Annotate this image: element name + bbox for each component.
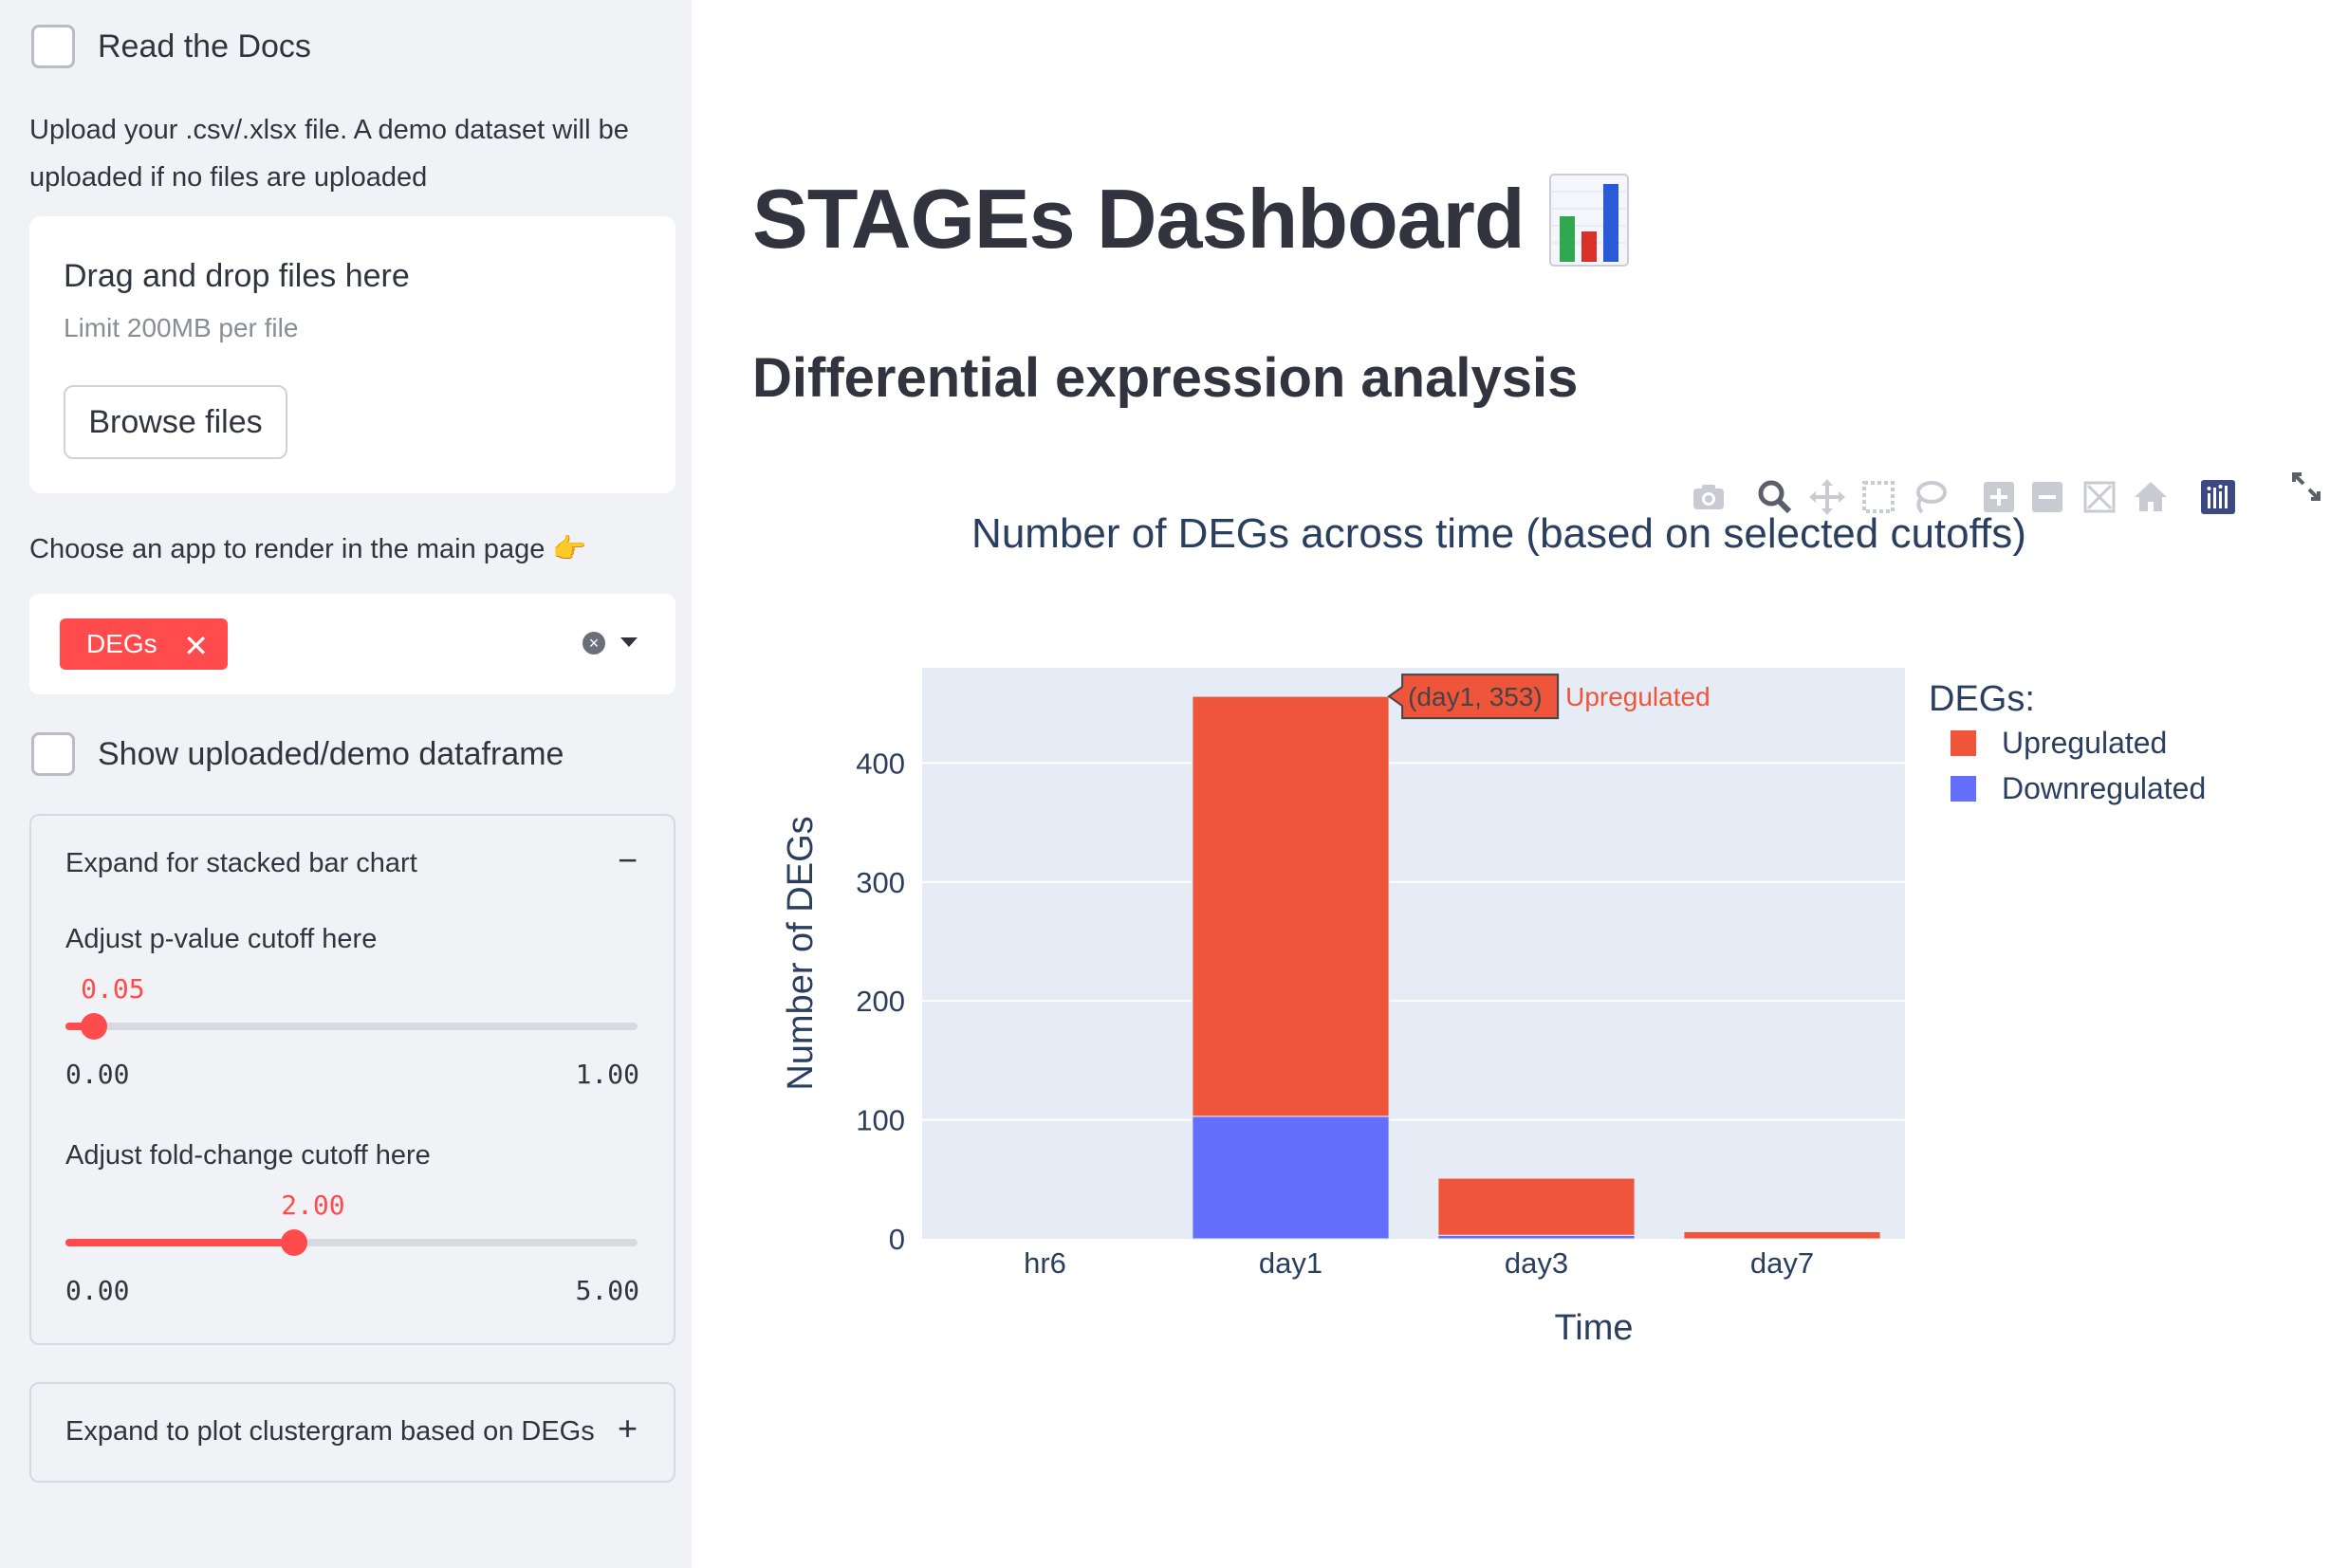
tooltip-series-name: Upregulated — [1565, 682, 1711, 711]
clear-selection-icon[interactable]: × — [582, 632, 605, 655]
y-axis-label: Number of DEGs — [781, 816, 821, 1090]
dropzone-title: Drag and drop files here — [64, 258, 410, 294]
chevron-down-icon[interactable] — [620, 637, 638, 647]
pvalue-slider-max: 1.00 — [575, 1059, 639, 1090]
legend-label-upregulated[interactable]: Upregulated — [2002, 726, 2167, 760]
bar-upregulated-day7[interactable] — [1683, 1230, 1881, 1240]
x-tick-label: day3 — [1505, 1246, 1568, 1280]
selected-app-tag: DEGs ✕ — [60, 618, 228, 670]
x-tick-label: day1 — [1259, 1246, 1322, 1280]
x-tick-label: day7 — [1750, 1246, 1814, 1280]
read-docs-checkbox[interactable] — [31, 25, 75, 68]
foldchange-slider[interactable] — [65, 1229, 638, 1256]
fullscreen-icon[interactable] — [2290, 470, 2322, 503]
legend-title: DEGs: — [1929, 679, 2035, 719]
stacked-expander-title[interactable]: Expand for stacked bar chart — [65, 848, 417, 879]
bar-chart-emoji-icon — [1549, 174, 1629, 267]
pvalue-slider[interactable] — [65, 1013, 638, 1040]
app-multiselect[interactable]: DEGs ✕ × — [29, 594, 675, 694]
remove-tag-icon[interactable]: ✕ — [183, 628, 209, 664]
show-dataframe-label: Show uploaded/demo dataframe — [98, 735, 564, 772]
bar-downregulated-day1[interactable] — [1192, 1116, 1390, 1240]
clustergram-expander[interactable]: Expand to plot clustergram based on DEGs… — [29, 1382, 675, 1483]
stacked-bar-expander: Expand for stacked bar chart − Adjust p-… — [29, 814, 675, 1345]
y-tick-label: 100 — [856, 1104, 905, 1137]
y-tick-labels: 0 100 200 300 400 — [856, 747, 905, 1256]
show-dataframe-checkbox[interactable] — [31, 732, 75, 776]
foldchange-slider-label: Adjust fold-change cutoff here — [65, 1140, 431, 1171]
bar-downregulated-day3[interactable] — [1437, 1234, 1636, 1240]
collapse-icon[interactable]: − — [618, 840, 638, 880]
read-docs-label: Read the Docs — [98, 28, 311, 65]
legend-swatch-upregulated[interactable] — [1951, 730, 1976, 756]
deg-bar-chart: Number of DEGs across time (based on sel… — [781, 510, 2206, 1348]
bar-upregulated-day1[interactable] — [1192, 695, 1390, 1117]
sidebar: Read the Docs Upload your .csv/.xlsx fil… — [0, 0, 692, 1568]
x-tick-labels: hr6 day1 day3 day7 — [1024, 1246, 1814, 1280]
foldchange-slider-min: 0.00 — [65, 1275, 130, 1306]
plot-area — [922, 668, 1905, 1239]
chart-legend: DEGs: Upregulated Downregulated — [1929, 679, 2206, 805]
read-docs-checkbox-row[interactable]: Read the Docs — [31, 25, 311, 68]
pvalue-slider-label: Adjust p-value cutoff here — [65, 924, 378, 954]
choose-app-label: Choose an app to render in the main page… — [29, 534, 587, 564]
foldchange-slider-fill — [65, 1239, 295, 1246]
file-dropzone[interactable]: Drag and drop files here Limit 200MB per… — [29, 216, 675, 493]
dropzone-limit: Limit 200MB per file — [64, 313, 299, 342]
foldchange-slider-thumb[interactable] — [281, 1229, 308, 1256]
y-tick-label: 300 — [856, 866, 905, 899]
pvalue-slider-thumb[interactable] — [81, 1013, 108, 1040]
upload-caption: Upload your .csv/.xlsx file. A demo data… — [29, 115, 629, 193]
foldchange-slider-max: 5.00 — [575, 1275, 639, 1306]
chart-title: Number of DEGs across time (based on sel… — [971, 510, 2026, 557]
legend-label-downregulated[interactable]: Downregulated — [2002, 771, 2206, 805]
y-tick-label: 400 — [856, 747, 905, 780]
page-title: STAGEs Dashboard — [752, 172, 1526, 266]
legend-swatch-downregulated[interactable] — [1951, 776, 1976, 802]
show-dataframe-checkbox-row[interactable]: Show uploaded/demo dataframe — [31, 732, 564, 776]
clustergram-expander-title[interactable]: Expand to plot clustergram based on DEGs — [65, 1416, 595, 1448]
y-tick-label: 0 — [889, 1223, 905, 1256]
bar-upregulated-day3[interactable] — [1437, 1177, 1636, 1236]
section-title: Differential expression analysis — [752, 347, 1579, 409]
browse-files-button[interactable]: Browse files — [64, 385, 287, 459]
selected-app-label: DEGs — [86, 629, 157, 658]
pvalue-slider-value: 0.05 — [81, 973, 145, 1005]
expand-icon[interactable]: + — [618, 1409, 638, 1448]
x-axis-label: Time — [1554, 1308, 1633, 1348]
x-tick-label: hr6 — [1024, 1246, 1066, 1280]
foldchange-slider-value: 2.00 — [281, 1190, 345, 1221]
pvalue-slider-min: 0.00 — [65, 1059, 130, 1090]
tooltip-label: (day1, 353) — [1408, 682, 1543, 711]
y-tick-label: 200 — [856, 985, 905, 1018]
